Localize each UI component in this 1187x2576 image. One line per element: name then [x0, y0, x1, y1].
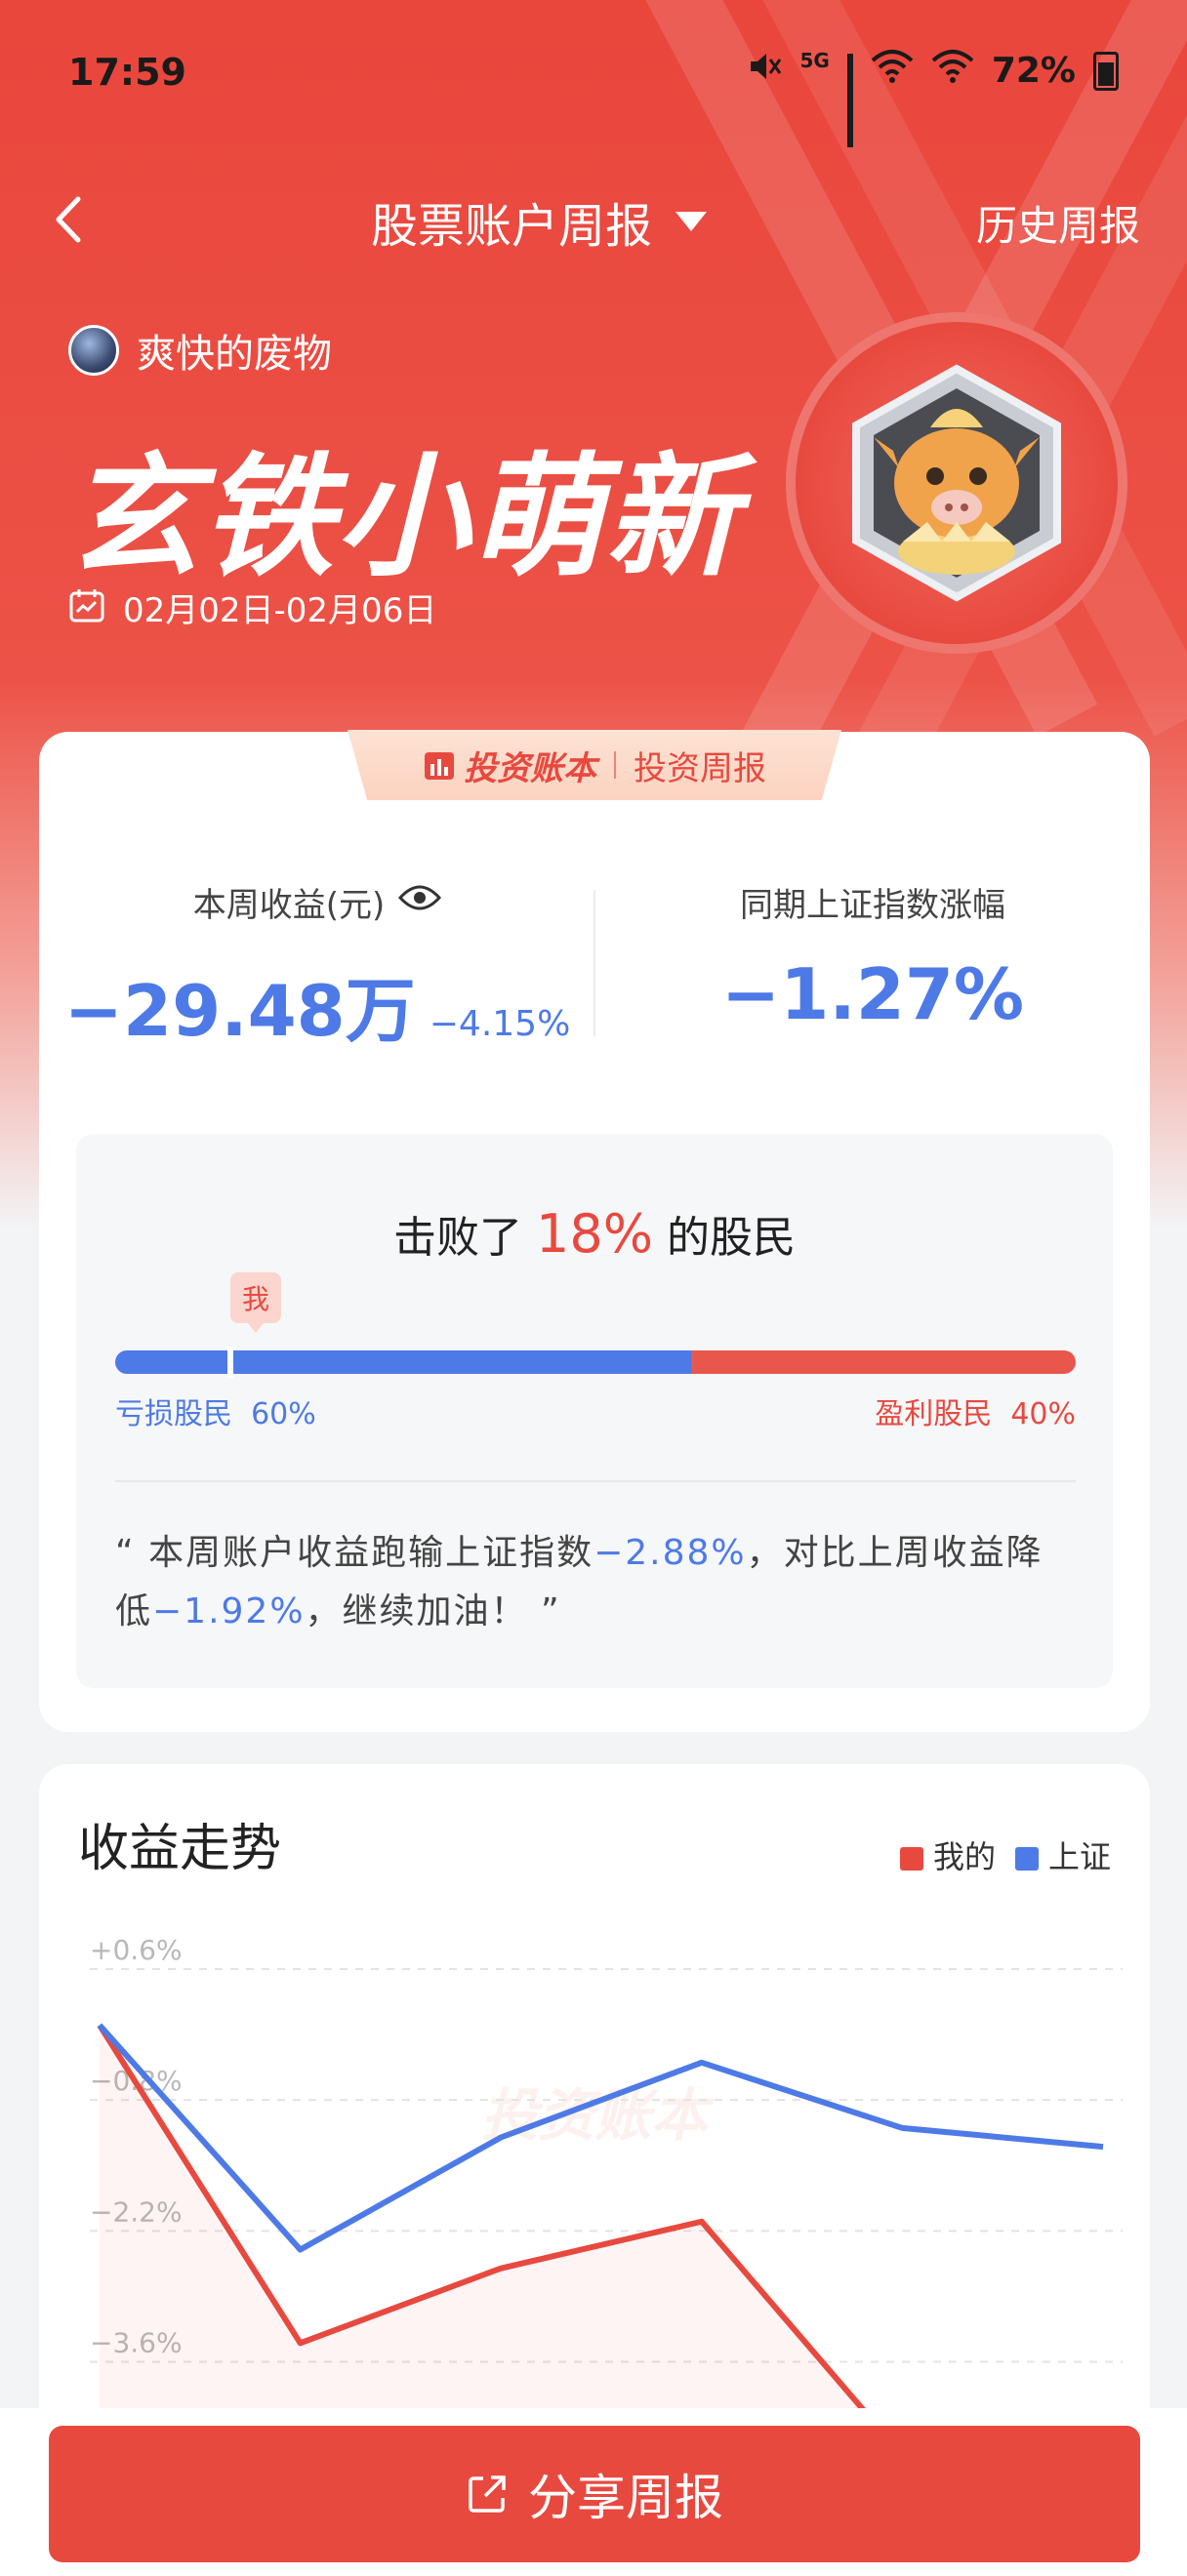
quote-text: “ 本周账户收益跑输上证指数 — [115, 1533, 594, 1573]
loss-label: 亏损股民 — [115, 1397, 232, 1431]
gain-label-row: 盈利股民 40% — [875, 1389, 1076, 1432]
page-title: 股票账户周报 — [371, 199, 653, 254]
wifi-icon — [931, 49, 974, 93]
calendar-icon — [68, 587, 105, 628]
divider — [614, 751, 616, 779]
index-label: 同期上证指数涨幅 — [740, 886, 1005, 925]
weekly-profit-pct: −4.15% — [429, 1004, 571, 1044]
legend-swatch — [1014, 1847, 1039, 1871]
report-type-dropdown[interactable]: 股票账户周报 — [371, 187, 708, 256]
report-brand-tab: 投资账本 投资周报 — [348, 730, 841, 800]
chart-legend: 我的 上证 — [899, 1832, 1111, 1877]
battery-text: 72% — [991, 51, 1076, 91]
trend-chart: 投资账本+0.6%−0.8%−2.2%−3.6% — [90, 1934, 1123, 2418]
history-report-link[interactable]: 历史周报 — [976, 193, 1140, 253]
chart-watermark: 投资账本 — [481, 2082, 715, 2149]
weekly-profit-values: −29.48万 −4.15% — [39, 953, 595, 1056]
date-range-row: 02月02日-02月06日 — [68, 584, 436, 631]
brand-logo: 投资账本 — [423, 742, 596, 789]
weekly-profit-value: −29.48万 — [63, 970, 416, 1052]
y-tick-label: +0.6% — [90, 1934, 183, 1966]
index-change-stat: 同期上证指数涨幅 −1.27% — [595, 878, 1150, 1035]
loss-pct: 60% — [251, 1397, 316, 1431]
ledger-icon — [425, 752, 454, 780]
quote-value: −2.88% — [594, 1533, 747, 1573]
legend-index-label: 上证 — [1047, 1838, 1111, 1875]
status-time: 17:59 — [68, 51, 186, 94]
chevron-down-icon — [675, 212, 708, 231]
legend-index: 上证 — [1014, 1832, 1111, 1877]
avatar[interactable] — [68, 325, 119, 376]
mute-icon — [747, 49, 782, 93]
share-icon — [469, 2475, 506, 2513]
me-position-marker — [227, 1347, 233, 1378]
legend-mine: 我的 — [899, 1832, 996, 1877]
cow-mascot-icon — [852, 364, 1061, 602]
divider — [115, 1480, 1076, 1482]
back-button[interactable] — [39, 185, 107, 254]
network-label: 5G — [799, 49, 830, 72]
quote-text: ，继续加油！ ” — [305, 1591, 561, 1631]
brand-name: 投资账本 — [464, 748, 596, 788]
report-label: 投资周报 — [634, 748, 766, 788]
gain-label: 盈利股民 — [875, 1397, 993, 1431]
weekly-profit-stat: 本周收益(元) −29.48万 −4.15% — [39, 878, 595, 1056]
weekly-profit-label: 本周收益(元) — [192, 886, 386, 925]
weekly-profit-label-row: 本周收益(元) — [193, 878, 442, 926]
gain-pct: 40% — [1010, 1397, 1076, 1431]
nav-bar: 股票账户周报 历史周报 — [0, 176, 1187, 263]
legend-mine-label: 我的 — [932, 1838, 996, 1875]
beat-title: 击败了 18% 的股民 — [76, 1202, 1113, 1265]
badge-title: 玄铁小萌新 — [66, 441, 740, 595]
trend-title: 收益走势 — [78, 1820, 282, 1878]
bottom-bar: 分享周报 — [0, 2408, 1187, 2576]
beat-suffix: 的股民 — [667, 1213, 797, 1263]
beat-pct: 18% — [535, 1203, 654, 1265]
beat-ranking-box: 击败了 18% 的股民 我 亏损股民 60% 盈利股民 40% “ 本周账户收益跑输… — [76, 1134, 1113, 1688]
status-bar: 17:59 5G 72% — [0, 0, 1187, 147]
gain-segment — [691, 1350, 1076, 1374]
beat-prefix: 击败了 — [392, 1213, 522, 1263]
level-medal — [786, 312, 1127, 654]
share-label: 分享周报 — [528, 2470, 723, 2526]
summary-quote: “ 本周账户收益跑输上证指数−2.88%，对比上周收益降低−1.92%，继续加油… — [115, 1524, 1076, 1641]
distribution-bar — [115, 1350, 1076, 1374]
eye-icon[interactable] — [398, 882, 442, 922]
loss-label-row: 亏损股民 60% — [115, 1389, 316, 1432]
index-value: −1.27% — [720, 953, 1025, 1035]
user-name: 爽快的废物 — [137, 332, 332, 377]
wifi-icon — [871, 49, 914, 93]
user-info: 爽快的废物 — [68, 322, 332, 379]
status-icons: 5G 72% — [747, 49, 1119, 147]
legend-swatch — [899, 1847, 923, 1871]
quote-value: −1.92% — [152, 1591, 306, 1631]
date-range: 02月02日-02月06日 — [123, 591, 437, 630]
weekly-summary-card: 投资账本 投资周报 本周收益(元) −29.48万 −4.15% 同期上证指数涨幅… — [39, 730, 1150, 1732]
signal-icon — [846, 53, 853, 147]
loss-segment — [115, 1350, 692, 1374]
battery-icon — [1093, 51, 1119, 91]
me-marker-tag: 我 — [230, 1272, 281, 1333]
share-report-button[interactable]: 分享周报 — [49, 2426, 1140, 2562]
